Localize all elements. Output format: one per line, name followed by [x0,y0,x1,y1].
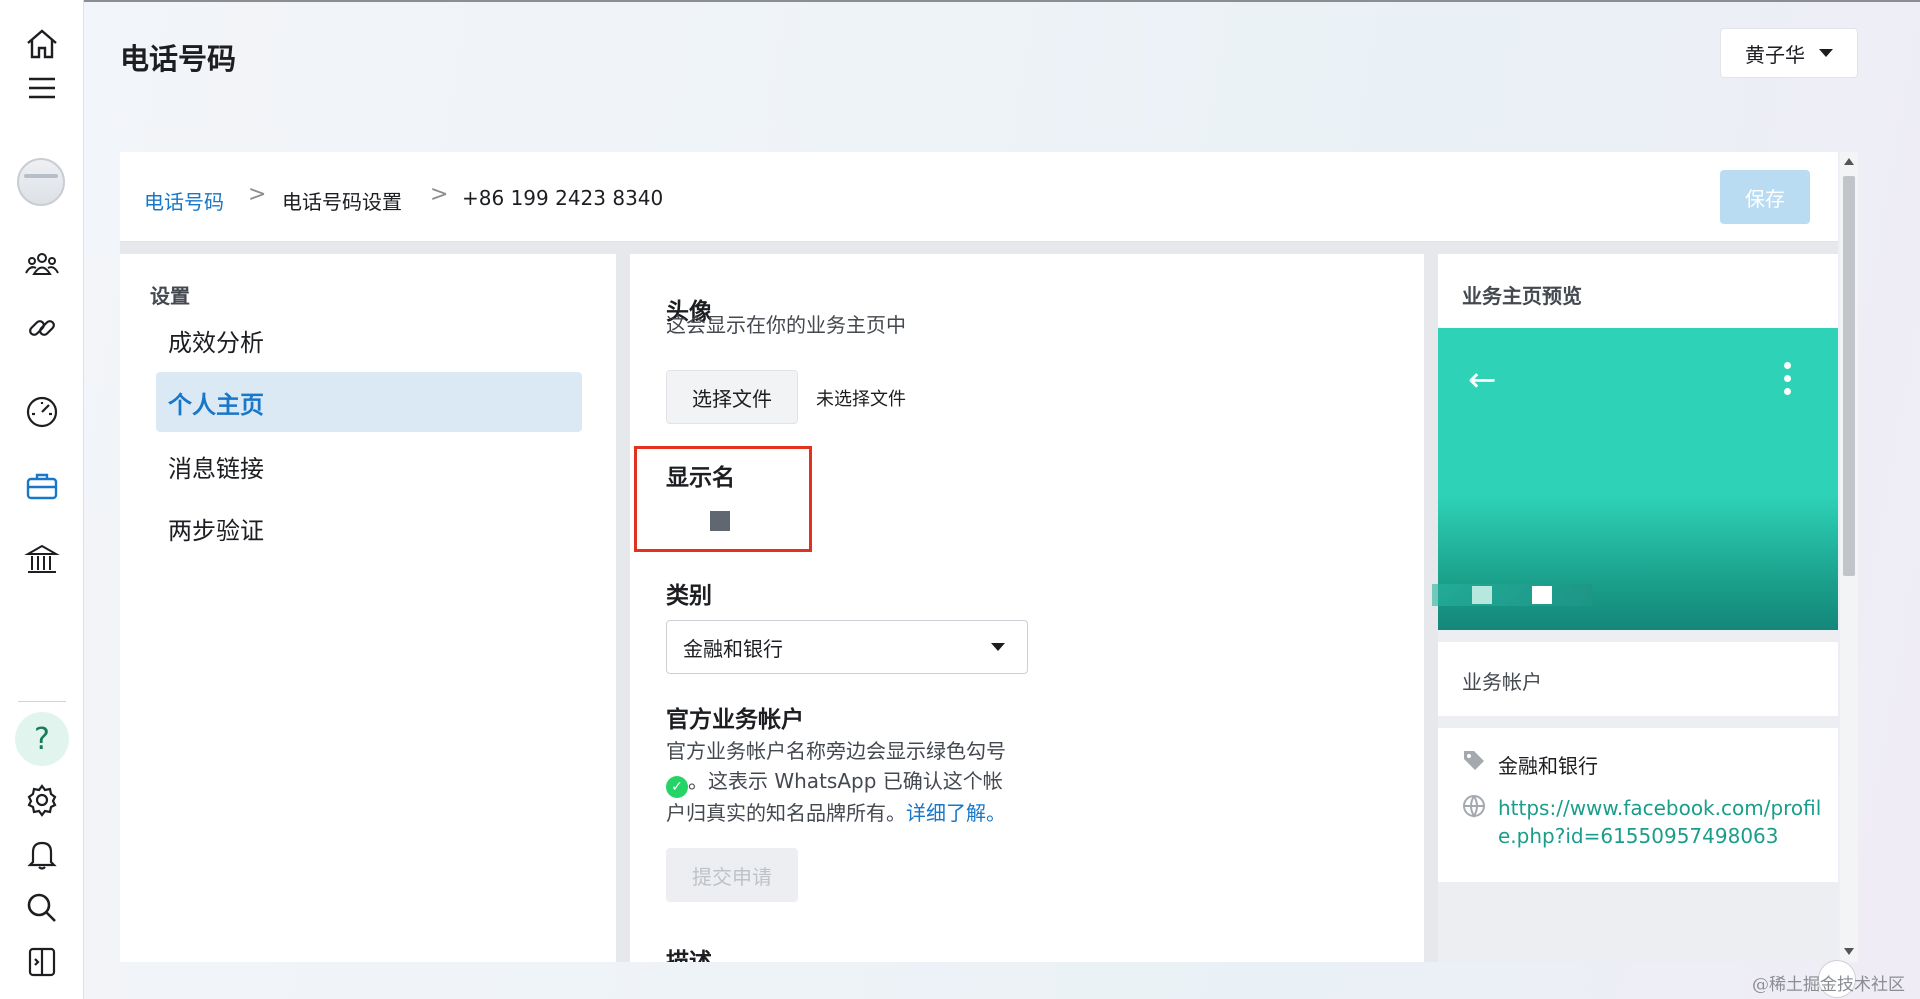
preview-account-card: 业务帐户 [1438,642,1838,716]
preview-account-type: 业务帐户 [1462,670,1542,694]
preview-profile-url[interactable]: https://www.facebook.com/profile.php?id=… [1498,794,1828,850]
bell-icon[interactable] [18,830,66,878]
chevron-down-icon [991,643,1005,651]
category-select-value: 金融和银行 [683,636,783,661]
official-desc-line3: 户归真实的知名品牌所有。 [666,801,906,825]
nav-item-profile[interactable]: 个人主页 [156,372,582,432]
chevron-down-icon [1819,49,1833,57]
watermark: @稀土掘金技术社区 [1752,975,1905,995]
account-avatar[interactable] [17,158,65,206]
display-name-title: 显示名 [666,465,735,491]
preview-header: 业务主页预览 [1438,254,1838,328]
help-icon[interactable]: ? [15,712,69,766]
menu-icon[interactable] [18,64,66,112]
scroll-down-icon[interactable] [1844,948,1854,955]
preview-category: 金融和银行 [1498,754,1598,778]
submit-application-button[interactable]: 提交申请 [666,848,798,902]
breadcrumb-current-number: +86 199 2423 8340 [462,186,664,210]
left-rail: ? [0,0,84,999]
breadcrumb-separator: > [248,182,267,207]
description-title: 描述 [666,949,712,962]
official-account-description: 官方业务帐户名称旁边会显示绿色勾号 ✓ 。这表示 WhatsApp 已确认这个帐 … [666,736,1066,828]
preview-title: 业务主页预览 [1462,284,1582,308]
verified-check-icon: ✓ [666,776,688,798]
preview-name-block [1532,586,1552,604]
avatar-description: 这会显示在你的业务主页中 [666,313,906,337]
user-menu-button[interactable]: 黄子华 [1720,28,1858,78]
briefcase-icon[interactable] [18,462,66,510]
search-icon[interactable] [18,884,66,932]
settings-panel: 设置 成效分析 个人主页 消息链接 两步验证 [120,254,616,962]
page-scrollbar[interactable] [1840,152,1858,962]
rail-divider [18,701,66,702]
back-arrow-icon: ← [1468,360,1497,400]
panel-toggle-icon[interactable] [18,938,66,986]
globe-icon [1462,794,1486,824]
nav-item-message-links[interactable]: 消息链接 [156,436,582,496]
preview-name-redacted [1432,584,1592,606]
user-name: 黄子华 [1745,42,1805,67]
profile-preview: 业务主页预览 ← 业务帐户 金融和银行 https://www.facebook… [1432,254,1838,962]
scroll-thumb[interactable] [1843,176,1855,576]
bank-icon[interactable] [18,536,66,584]
gauge-icon[interactable] [18,388,66,436]
window-top-border [0,0,1920,2]
official-desc-line1: 官方业务帐户名称旁边会显示绿色勾号 [666,739,1006,763]
choose-file-button[interactable]: 选择文件 [666,370,798,424]
settings-title: 设置 [150,284,190,308]
breadcrumb: 电话号码 > 电话号码设置 > +86 199 2423 8340 保存 [120,152,1838,242]
more-vertical-icon [1784,362,1792,401]
breadcrumb-separator: > [430,182,449,207]
link-icon[interactable] [18,304,66,352]
profile-form: 头像 这会显示在你的业务主页中 选择文件 未选择文件 显示名 类别 金融和银行 … [630,254,1424,962]
tag-icon [1462,748,1486,778]
nav-item-two-step[interactable]: 两步验证 [156,498,582,558]
official-account-title: 官方业务帐户 [666,707,804,733]
preview-name-block [1472,586,1492,604]
main-card: 电话号码 > 电话号码设置 > +86 199 2423 8340 保存 设置 … [120,152,1838,962]
gear-icon[interactable] [18,776,66,824]
nav-item-performance[interactable]: 成效分析 [156,310,582,370]
display-name-redacted[interactable] [710,511,730,531]
save-button[interactable]: 保存 [1720,170,1810,224]
page-title: 电话号码 [120,42,237,76]
preview-hero: ← [1432,328,1838,630]
official-desc-line2: 。这表示 WhatsApp 已确认这个帐 [688,769,1003,793]
learn-more-link[interactable]: 详细了解。 [906,801,1006,825]
preview-details-card: 金融和银行 https://www.facebook.com/profile.p… [1438,728,1838,882]
home-icon[interactable] [18,20,66,68]
file-status: 未选择文件 [816,389,906,410]
people-icon[interactable] [18,240,66,288]
scroll-up-icon[interactable] [1844,158,1854,165]
category-select[interactable]: 金融和银行 [666,620,1028,674]
breadcrumb-phone-settings[interactable]: 电话号码设置 [282,186,402,215]
category-title: 类别 [666,583,712,609]
breadcrumb-phone-numbers[interactable]: 电话号码 [144,186,224,215]
